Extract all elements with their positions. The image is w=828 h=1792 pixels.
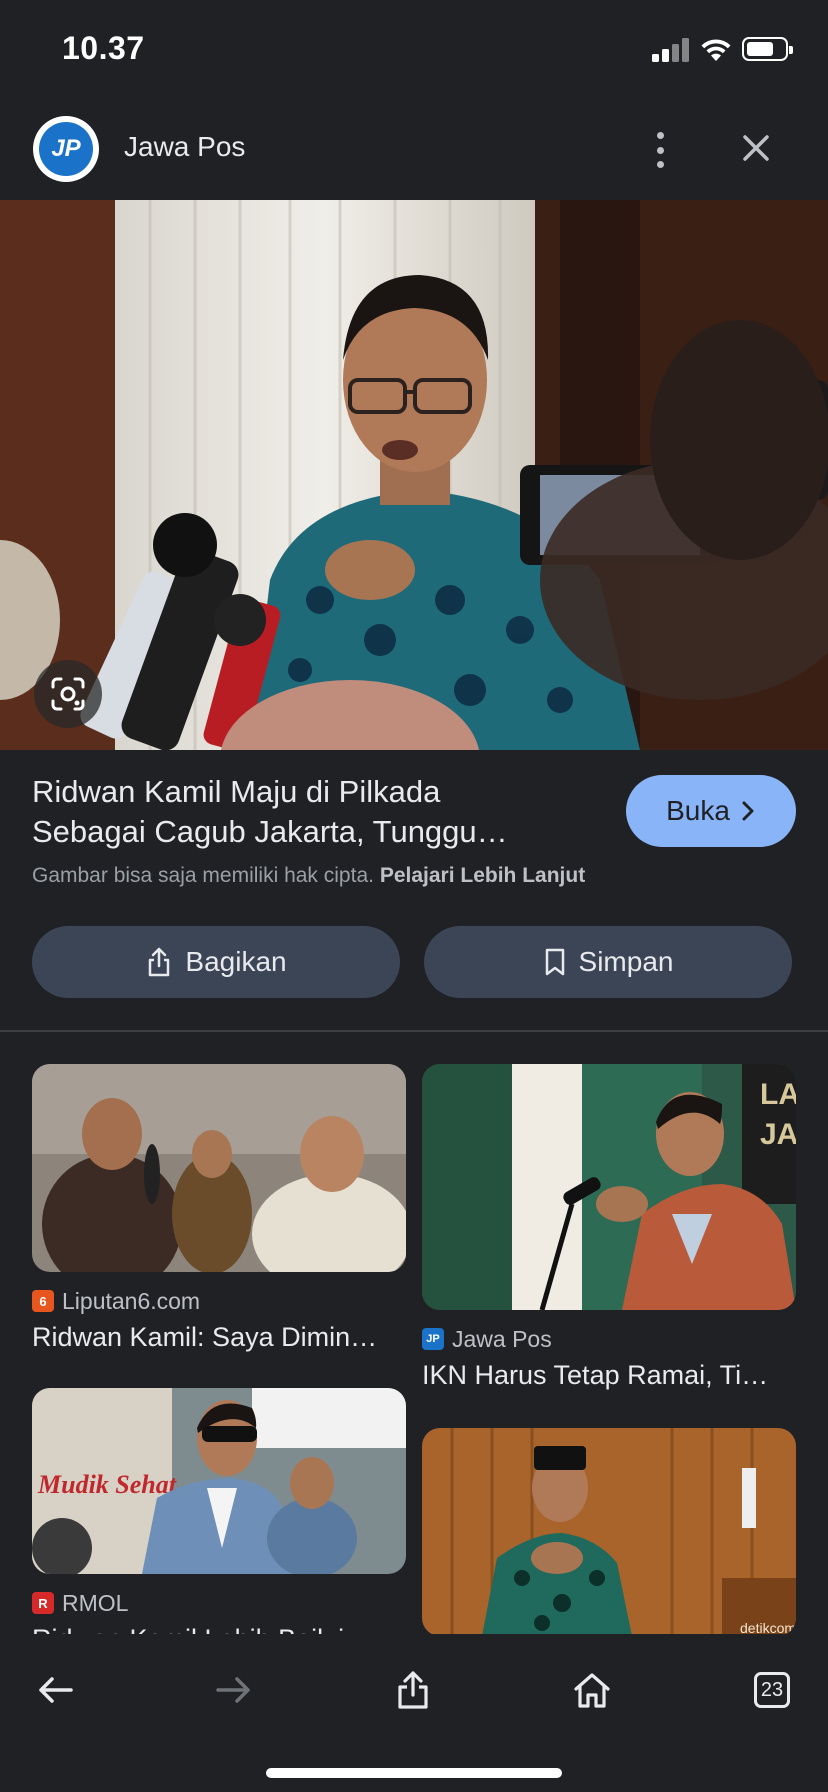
related-card[interactable]: detikcom [422, 1428, 796, 1636]
open-button[interactable]: Buka [626, 775, 796, 847]
browser-toolbar: 23 [0, 1634, 828, 1792]
related-thumbnail[interactable]: LA JA [422, 1064, 796, 1310]
liputan6-favicon-icon: 6 [32, 1290, 54, 1312]
related-thumbnail[interactable]: detikcom [422, 1428, 796, 1636]
svg-text:LA: LA [760, 1078, 796, 1111]
hero-image[interactable] [0, 200, 828, 750]
close-icon[interactable] [736, 128, 776, 168]
open-button-label: Buka [666, 795, 730, 826]
related-card[interactable]: Mudik Sehat R RMOL Ridwan Kamil Lebih Ba… [32, 1388, 406, 1655]
cellular-signal-icon [652, 38, 690, 62]
related-source: R RMOL [32, 1588, 406, 1618]
share-icon [398, 1671, 428, 1709]
related-thumbnail[interactable]: Mudik Sehat [32, 1388, 406, 1574]
back-arrow-icon [39, 1677, 73, 1703]
home-icon [574, 1673, 610, 1708]
related-card[interactable]: LA JA JP Jawa Pos IKN Harus Tetap Ramai,… [422, 1064, 796, 1391]
related-card[interactable]: 6 Liputan6.com Ridwan Kamil: Saya Dimin… [32, 1064, 406, 1353]
tabs-button[interactable]: 23 [744, 1662, 800, 1718]
home-button[interactable] [564, 1662, 620, 1718]
forward-button[interactable] [206, 1662, 262, 1718]
learn-more-link[interactable]: Pelajari Lebih Lanjut [380, 864, 585, 887]
share-icon [149, 947, 170, 977]
source-name: Jawa Pos [452, 1325, 552, 1352]
google-lens-button[interactable] [34, 660, 102, 728]
copyright-text: Gambar bisa saja memiliki hak cipta. [32, 864, 374, 887]
source-name: RMOL [62, 1589, 129, 1616]
home-indicator[interactable] [266, 1768, 562, 1778]
tabs-count-icon: 23 [754, 1672, 790, 1708]
viewer-header: JP Jawa Pos [0, 100, 828, 200]
share-button-label: Bagikan [185, 946, 287, 977]
save-button[interactable]: Simpan [424, 926, 792, 998]
forward-arrow-icon [216, 1677, 250, 1703]
section-divider [0, 1030, 828, 1032]
svg-text:JA: JA [760, 1118, 796, 1151]
svg-text:Mudik Sehat: Mudik Sehat [37, 1470, 177, 1499]
back-button[interactable] [27, 1662, 83, 1718]
share-toolbar-button[interactable] [385, 1662, 441, 1718]
related-thumbnail[interactable] [32, 1064, 406, 1272]
image-title[interactable]: Ridwan Kamil Maju di Pilkada Sebagai Cag… [32, 772, 562, 852]
related-title: Ridwan Kamil: Saya Dimin… [32, 1322, 378, 1352]
status-bar: 10.37 [0, 0, 828, 100]
related-source: JP Jawa Pos [422, 1324, 796, 1354]
wifi-icon [700, 36, 732, 62]
save-button-label: Simpan [578, 946, 674, 977]
related-source: 6 Liputan6.com [32, 1286, 406, 1316]
source-name: Liputan6.com [62, 1287, 201, 1314]
site-logo-text: JP [39, 122, 93, 176]
share-button[interactable]: Bagikan [32, 926, 400, 998]
chevron-right-icon [742, 801, 754, 821]
more-options-icon[interactable] [640, 128, 680, 172]
jawapos-favicon-icon: JP [422, 1328, 444, 1350]
rmol-favicon-icon: R [32, 1592, 54, 1614]
status-time: 10.37 [62, 30, 145, 66]
site-name[interactable]: Jawa Pos [124, 131, 245, 163]
related-title: IKN Harus Tetap Ramai, Ti… [422, 1360, 769, 1390]
bookmark-icon [545, 948, 564, 976]
battery-icon [742, 37, 793, 61]
site-logo[interactable]: JP [33, 116, 99, 182]
lens-icon [51, 677, 85, 711]
copyright-notice: Gambar bisa saja memiliki hak cipta. Pel… [32, 864, 585, 888]
